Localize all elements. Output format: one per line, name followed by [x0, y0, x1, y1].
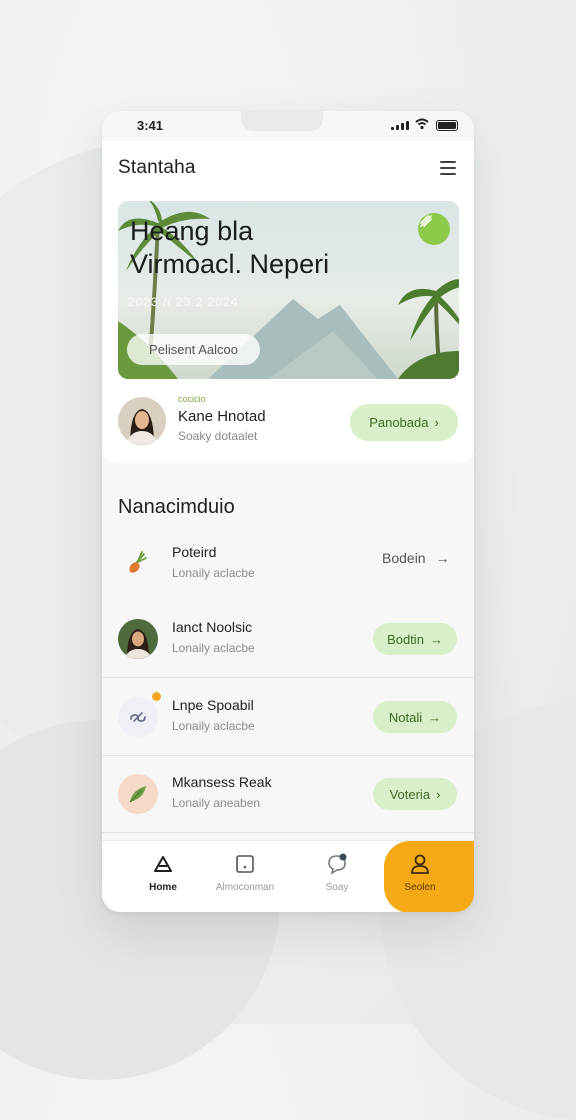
list-item-title: Mkansess Reak — [172, 774, 272, 790]
list-item-title: Lnpe Spoabil — [172, 697, 254, 713]
hero-title-line1: Heang bla — [130, 216, 254, 246]
hero-banner[interactable]: Heang bla Virmoacl. Neperi 2023 // 23 2 … — [118, 201, 459, 379]
hero-subtitle: 2023 // 23 2 2024 — [128, 295, 239, 309]
profile-action-label: Panobada — [369, 415, 429, 430]
avatar — [118, 619, 158, 659]
tab-seolen[interactable]: Seolen — [384, 841, 456, 912]
square-icon — [236, 855, 254, 873]
list-item-action[interactable]: Voteria › — [373, 778, 457, 810]
list-item-subtitle: Lonaily aneaben — [172, 796, 261, 810]
phone-frame: 3:41 Stantaha Heang bla Virmoacl. Neperi… — [102, 111, 474, 912]
arrow-right-icon: → — [429, 631, 443, 647]
list-item-action-label: Notali — [388, 709, 423, 725]
profile-tag: cocicio — [178, 394, 206, 404]
list-item-action[interactable]: Bodtin → — [373, 623, 457, 655]
hero-title: Heang bla Virmoacl. Neperi — [130, 215, 329, 281]
status-bar: 3:41 — [102, 111, 474, 141]
chevron-right-icon: › — [434, 415, 439, 430]
list-item-action-label: Voteria — [389, 786, 431, 802]
notification-dot — [152, 692, 161, 701]
arrow-right-icon: → — [428, 709, 442, 725]
list-item-subtitle: Lonaily aclacbe — [172, 641, 255, 655]
list-item-subtitle: Lonaily aclacbe — [172, 566, 255, 580]
tab-label: Home — [149, 882, 177, 893]
app-title: Stantaha — [118, 157, 196, 178]
list-item-action-label: Bodtin — [387, 631, 424, 647]
leaf-badge-icon[interactable] — [418, 213, 450, 245]
wifi-icon — [415, 118, 429, 130]
menu-icon[interactable] — [440, 161, 456, 175]
list-item-action[interactable]: Bodein → — [382, 550, 450, 566]
tab-soay[interactable]: Soay — [298, 841, 376, 912]
divider — [102, 677, 474, 678]
hero-button[interactable]: Pelisent Aalcoo — [127, 334, 260, 365]
list-item[interactable]: Lnpe Spoabil Lonaily aclacbe Notali → — [102, 679, 474, 755]
profile-action-button[interactable]: Panobada › — [350, 404, 458, 441]
hero-title-line2: Virmoacl. Neperi — [130, 249, 330, 279]
tab-bar: Home Almoconman Soay Seolen — [102, 840, 474, 912]
tab-almoconman[interactable]: Almoconman — [202, 841, 288, 912]
chat-icon — [328, 853, 347, 875]
list-item-title: Ianct Noolsic — [172, 619, 253, 635]
signal-icon — [391, 121, 409, 130]
list-item[interactable]: Mkansess Reak Lonaily aneaben Voteria › — [102, 756, 474, 832]
arrow-right-icon: → — [435, 550, 450, 566]
list-item-title: Poteird — [172, 544, 217, 560]
tab-label: Almoconman — [215, 882, 275, 893]
tab-label: Seolen — [404, 882, 436, 893]
section-title: Nanacimduio — [118, 496, 235, 518]
list-item-action[interactable]: Notali → — [373, 701, 457, 733]
list-item[interactable]: Poteird Lonaily aclacbe Bodein → — [102, 526, 474, 602]
profile-subtitle: Soaky dotaalet — [178, 429, 258, 443]
tab-home[interactable]: Home — [124, 841, 202, 912]
profile-name: Kane Hnotad — [178, 408, 266, 425]
list-item-subtitle: Lonaily aclacbe — [172, 719, 255, 733]
tab-label: Soay — [325, 882, 349, 893]
carrot-icon — [118, 544, 158, 584]
user-icon — [411, 854, 429, 874]
chevron-right-icon: › — [436, 786, 441, 802]
avatar — [118, 397, 166, 445]
list-item[interactable]: Ianct Noolsic Lonaily aclacbe Bodtin → — [102, 601, 474, 677]
list-item-action-label: Bodein — [382, 550, 426, 566]
home-icon — [154, 856, 172, 872]
profile-row[interactable]: cocicio Kane Hnotad Soaky dotaalet Panob… — [118, 393, 459, 449]
divider — [102, 832, 474, 833]
header-card: Stantaha Heang bla Virmoacl. Neperi 2023… — [102, 141, 474, 463]
battery-icon — [436, 120, 458, 131]
link-icon — [118, 697, 158, 737]
status-time: 3:41 — [137, 118, 164, 133]
leaf-icon — [118, 774, 158, 814]
